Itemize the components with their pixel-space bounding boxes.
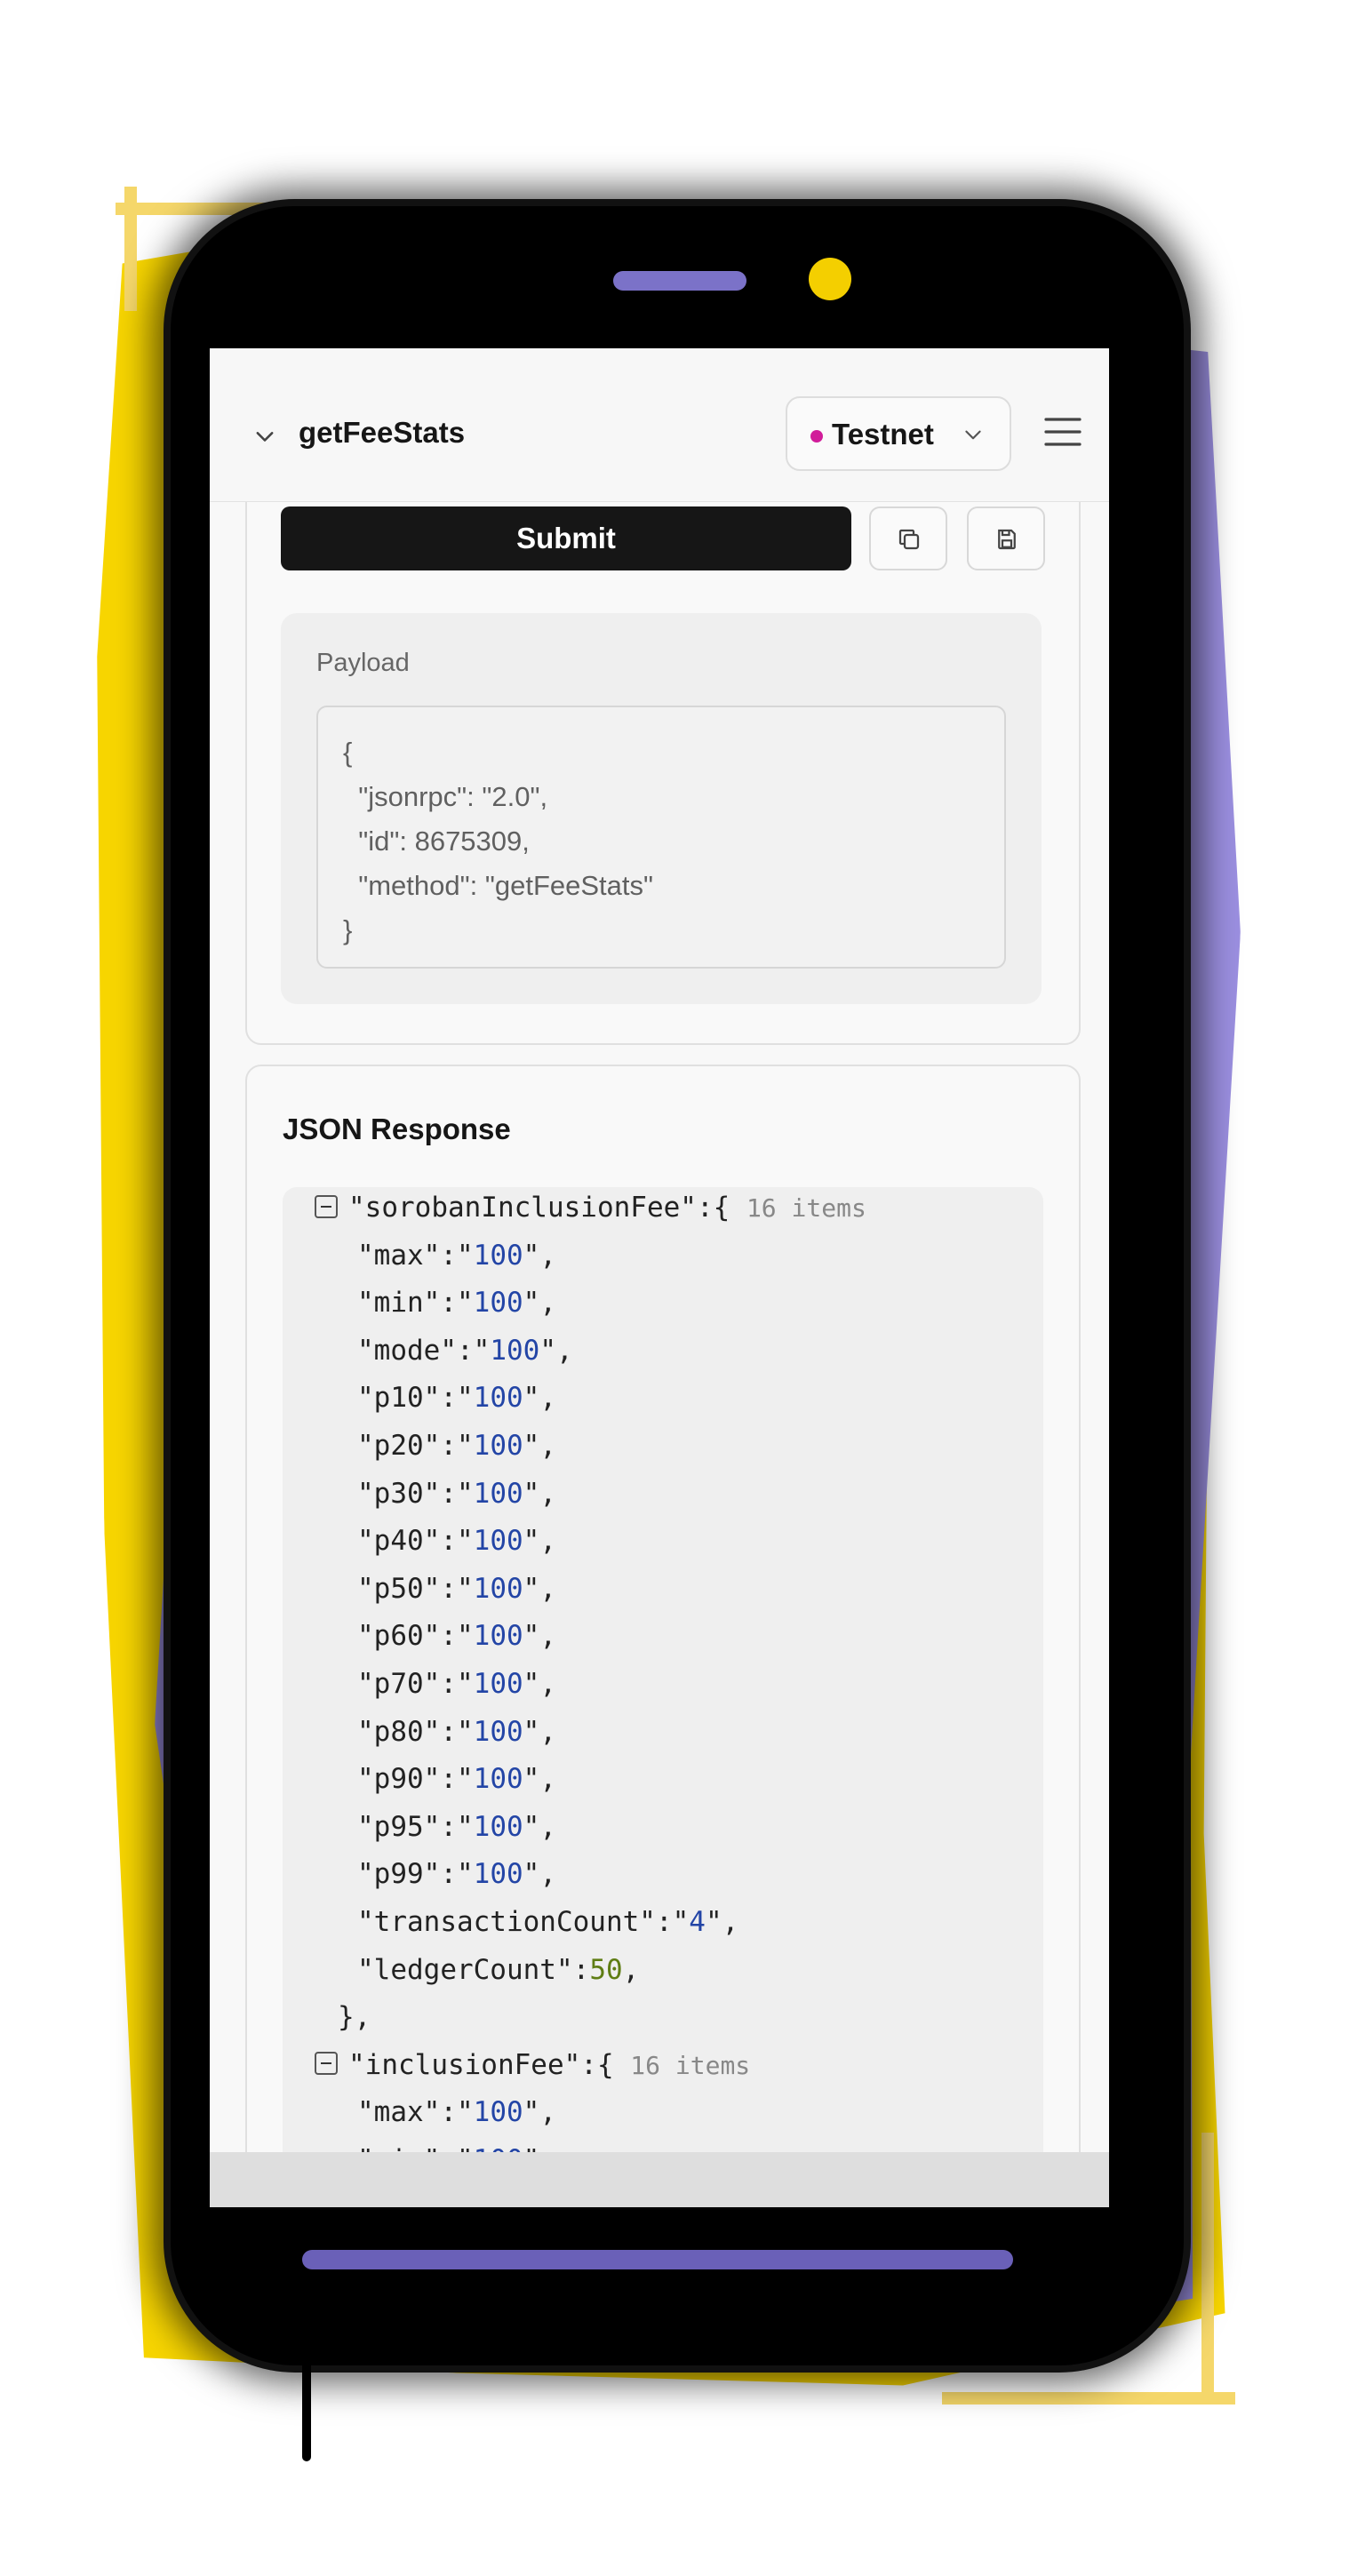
collapse-toggle-icon[interactable]: [315, 1194, 338, 1218]
corner-bracket-bottom-right-vertical: [1201, 2133, 1214, 2399]
bottom-gray-bar: [210, 2152, 1109, 2207]
app-header: getFeeStats Testnet: [210, 348, 1109, 502]
chevron-down-icon: [965, 430, 981, 440]
copy-icon: [898, 529, 920, 550]
json-value: 100: [473, 1858, 523, 1891]
json-key: "p99": [357, 1858, 441, 1891]
json-key: "p80": [357, 1715, 441, 1748]
json-key: "p40": [357, 1525, 441, 1558]
json-key: "max": [357, 2096, 441, 2129]
json-value: 100: [473, 1287, 523, 1320]
item-count: 16 items: [746, 1193, 866, 1223]
json-field-row: "mode":"100",: [357, 1334, 573, 1367]
payload-line: {: [343, 737, 353, 768]
json-key: "p30": [357, 1477, 441, 1510]
json-object-close: },: [338, 2001, 371, 2034]
phone-bottom-bar: [302, 2250, 1013, 2269]
network-status-dot: [810, 430, 823, 443]
payload-label: Payload: [316, 649, 410, 677]
network-selector[interactable]: Testnet: [786, 396, 1011, 471]
json-value: 100: [473, 1668, 523, 1700]
json-key: "p20": [357, 1430, 441, 1462]
json-field-row: "ledgerCount":50,: [357, 1953, 640, 1986]
json-response-title: JSON Response: [283, 1113, 511, 1145]
phone-speaker: [613, 271, 746, 291]
json-field-row: "p60":"100",: [357, 1620, 556, 1653]
paint-drip: [302, 2310, 311, 2461]
json-field-row: "transactionCount":"4",: [357, 1906, 739, 1938]
json-field-row: "p30":"100",: [357, 1477, 556, 1510]
json-value: 100: [473, 1382, 523, 1415]
json-field-row: "p80":"100",: [357, 1715, 556, 1748]
json-field-row: "p70":"100",: [357, 1668, 556, 1700]
json-field-row: "max":"100",: [357, 1239, 556, 1272]
payload-line: "jsonrpc": "2.0",: [343, 781, 548, 812]
copy-button[interactable]: [869, 506, 947, 570]
payload-line: "id": 8675309,: [343, 825, 530, 857]
phone-camera: [809, 258, 851, 300]
json-key: "p70": [357, 1668, 441, 1700]
json-object-header: "sorobanInclusionFee":{ 16 items: [315, 1187, 866, 1230]
app-screen: Submit Payload { "jsonrpc": "2.0", "id":…: [210, 348, 1109, 2207]
json-value: 100: [473, 1572, 523, 1605]
network-label: Testnet: [832, 418, 934, 451]
payload-textarea[interactable]: { "jsonrpc": "2.0", "id": 8675309, "meth…: [316, 706, 1006, 969]
payload-panel: Payload { "jsonrpc": "2.0", "id": 867530…: [281, 613, 1042, 1004]
json-key: "p90": [357, 1763, 441, 1796]
json-field-row: "p20":"100",: [357, 1430, 556, 1462]
json-value: 100: [473, 1810, 523, 1843]
json-response-card: JSON Response "sorobanInclusionFee":{ 16…: [245, 1065, 1081, 2207]
json-field-row: "p40":"100",: [357, 1525, 556, 1558]
item-count: 16 items: [630, 2050, 751, 2080]
json-key: "p50": [357, 1572, 441, 1605]
json-field-row: "max":"100",: [357, 2096, 556, 2129]
json-key: "max": [357, 1239, 441, 1272]
json-key: "mode": [357, 1334, 457, 1367]
hamburger-menu-icon[interactable]: [1043, 416, 1082, 448]
json-value: 50: [589, 1953, 623, 1986]
json-value: 100: [473, 1763, 523, 1796]
json-field-row: "p99":"100",: [357, 1858, 556, 1891]
json-value: 4: [689, 1906, 706, 1938]
method-title[interactable]: getFeeStats: [299, 416, 465, 450]
chevron-down-icon[interactable]: [252, 425, 277, 450]
json-key: "p95": [357, 1810, 441, 1843]
json-value: 100: [473, 1715, 523, 1748]
json-key: "min": [357, 1287, 441, 1320]
json-field-row: "min":"100",: [357, 1287, 556, 1320]
payload-line: "method": "getFeeStats": [343, 870, 654, 901]
json-key: "ledgerCount": [357, 1953, 573, 1986]
json-value: 100: [473, 1525, 523, 1558]
collapse-toggle-icon[interactable]: [315, 2052, 338, 2076]
payload-line: }: [343, 914, 353, 945]
save-button[interactable]: [967, 506, 1045, 570]
json-object-header: "inclusionFee":{ 16 items: [315, 2043, 750, 2087]
json-field-row: "p95":"100",: [357, 1810, 556, 1843]
json-value: 100: [473, 2096, 523, 2129]
json-key: "p60": [357, 1620, 441, 1653]
json-field-row: "p10":"100",: [357, 1382, 556, 1415]
json-field-row: "p50":"100",: [357, 1572, 556, 1605]
json-value: 100: [473, 1239, 523, 1272]
json-value: 100: [490, 1334, 540, 1367]
json-field-row: "p90":"100",: [357, 1763, 556, 1796]
json-value: 100: [473, 1477, 523, 1510]
json-key: "sorobanInclusionFee": [348, 1192, 697, 1224]
json-key: "p10": [357, 1382, 441, 1415]
corner-bracket-top-left-vertical: [124, 187, 137, 311]
corner-bracket-bottom-right: [942, 2392, 1235, 2405]
json-value: 100: [473, 1430, 523, 1462]
json-value: 100: [473, 1620, 523, 1653]
json-key: "inclusionFee": [348, 2048, 581, 2081]
json-key: "transactionCount": [357, 1906, 656, 1938]
json-viewer: "sorobanInclusionFee":{ 16 items "max":"1…: [283, 1187, 1043, 2207]
submit-button[interactable]: Submit: [281, 506, 851, 570]
save-icon: [998, 529, 1016, 550]
